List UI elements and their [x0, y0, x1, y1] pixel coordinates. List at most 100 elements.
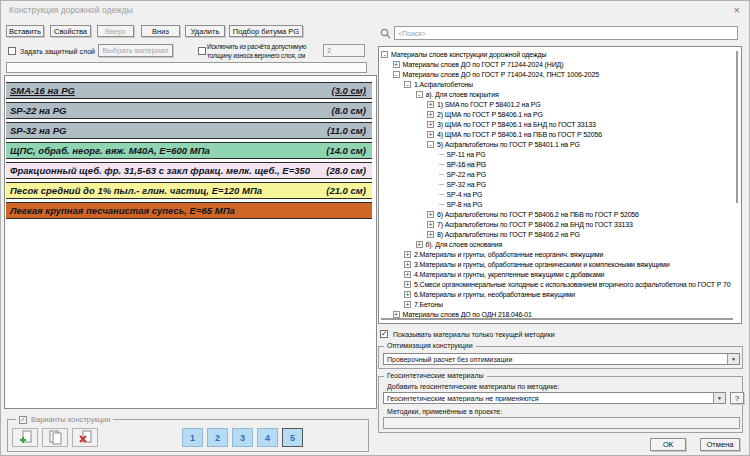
- layer-row-0[interactable]: SMA-16 на PG (3.0 см): [6, 82, 372, 99]
- layer-row-4[interactable]: Фракционный щеб. фр. 31,5-63 с закл фрак…: [6, 162, 372, 179]
- variants-checkbox[interactable]: [19, 416, 27, 424]
- expand-icon[interactable]: +: [404, 271, 411, 278]
- collapse-icon[interactable]: -: [381, 51, 388, 58]
- search-input[interactable]: [394, 26, 738, 40]
- tree-node-16[interactable]: +6) Асфальтобетоны по ГОСТ Р 58406.2 на …: [379, 209, 741, 219]
- tree-node-22[interactable]: +4.Материалы и грунты, укрепленные вяжущ…: [379, 269, 741, 279]
- tree-node-17[interactable]: +7) Асфальтобетоны по ГОСТ Р 58406.2 на …: [379, 219, 741, 229]
- tree-node-13[interactable]: SP-32 на PG: [379, 179, 741, 189]
- tree-node-20[interactable]: +2.Материалы и грунты, обработанные неор…: [379, 249, 741, 259]
- tree-node-4[interactable]: -а). Для слоев покрытия: [379, 89, 741, 99]
- tree-node-8[interactable]: +4) ЩМА по ГОСТ Р 58406.1 на ПБВ по ГОСТ…: [379, 129, 741, 139]
- tree-node-19[interactable]: +б). Для слоев основания: [379, 239, 741, 249]
- copy-variant-button[interactable]: [42, 428, 68, 447]
- expand-icon[interactable]: +: [427, 231, 434, 238]
- expand-icon[interactable]: +: [393, 311, 400, 318]
- variant-button-2[interactable]: 2: [207, 428, 228, 447]
- tree-node-25[interactable]: +7.Бетоны: [379, 299, 741, 309]
- expand-icon[interactable]: +: [427, 211, 434, 218]
- tree-node-15[interactable]: SP-8 на PG: [379, 199, 741, 209]
- tree-node-9[interactable]: -5) Асфальтобетоны по ГОСТ Р 58401.1 на …: [379, 139, 741, 149]
- tree-node-label: Материалы слоев ДО по ОДН 218.046-01: [403, 311, 532, 318]
- toolbar-button-5[interactable]: Подбор битума PG: [229, 25, 303, 37]
- variant-button-4[interactable]: 4: [257, 428, 278, 447]
- tree-node-10[interactable]: SP-11 на PG: [379, 149, 741, 159]
- tree-node-11[interactable]: SP-16 на PG: [379, 159, 741, 169]
- tree-node-23[interactable]: +5.Смеси органоминеральные холодные с ис…: [379, 279, 741, 289]
- tree-node-label: SP-32 на PG: [447, 181, 487, 188]
- cancel-button[interactable]: Отмена: [700, 438, 740, 451]
- expand-icon[interactable]: +: [427, 111, 434, 118]
- tree-leaf-dash: [439, 184, 444, 185]
- tree-node-0[interactable]: -Материалы слоев конструкции дорожной од…: [379, 49, 741, 59]
- tree-node-label: 6) Асфальтобетоны по ГОСТ Р 58406.2 на П…: [437, 211, 639, 218]
- tree-node-7[interactable]: +3) ЩМА по ГОСТ Р 58406.1 на БНД по ГОСТ…: [379, 119, 741, 129]
- layer-row-2[interactable]: SP-32 на PG(11.0 см): [6, 122, 372, 139]
- variant-button-5[interactable]: 5: [282, 428, 303, 447]
- expand-icon[interactable]: +: [404, 291, 411, 298]
- exclude-wear-checkbox[interactable]: [198, 47, 206, 55]
- expand-icon[interactable]: +: [404, 251, 411, 258]
- collapse-icon[interactable]: -: [427, 141, 434, 148]
- delete-variant-button[interactable]: [72, 428, 98, 447]
- expand-icon[interactable]: +: [404, 261, 411, 268]
- layer-row-6[interactable]: Легкая крупная песчанистая супесь, E=65 …: [6, 202, 372, 219]
- collapse-icon[interactable]: -: [404, 81, 411, 88]
- tree-node-24[interactable]: +6.Материалы и грунты, необработанные вя…: [379, 289, 741, 299]
- methods-field[interactable]: [383, 417, 740, 429]
- toolbar-button-2[interactable]: Вверх: [97, 25, 134, 37]
- tree-node-6[interactable]: +2) ЩМА по ГОСТ Р 58406.1 на PG: [379, 109, 741, 119]
- tree-node-5[interactable]: +1) SMA по ГОСТ Р 58401.2 на PG: [379, 99, 741, 109]
- expand-icon[interactable]: +: [404, 301, 411, 308]
- expand-icon[interactable]: +: [416, 241, 423, 248]
- layer-row-3[interactable]: ЩПС, обраб. неорг. вяж. М40А, E=600 МПа(…: [6, 142, 372, 159]
- expand-icon[interactable]: +: [427, 121, 434, 128]
- toolbar-button-0[interactable]: Вставить: [6, 25, 44, 37]
- variant-button-3[interactable]: 3: [232, 428, 253, 447]
- help-button[interactable]: ?: [730, 392, 744, 404]
- filter-checkbox[interactable]: [380, 330, 388, 338]
- collapse-icon[interactable]: -: [416, 91, 423, 98]
- expand-icon[interactable]: +: [404, 281, 411, 288]
- tree-node-label: 5) Асфальтобетоны по ГОСТ Р 58401.1 на P…: [437, 141, 580, 148]
- protective-layer-label: Задать защитный слой: [20, 48, 95, 55]
- tree-node-18[interactable]: +8) Асфальтобетоны по ГОСТ Р 58406.2 на …: [379, 229, 741, 239]
- expand-icon[interactable]: +: [393, 61, 400, 68]
- tree-node-21[interactable]: +3.Материалы и грунты, обработанные орга…: [379, 259, 741, 269]
- geosynthetics-combobox[interactable]: Геосинтетические материалы не применяютс…: [383, 392, 726, 404]
- tree-vertical-scrollbar[interactable]: [736, 51, 738, 203]
- tree-node-12[interactable]: SP-22 на PG: [379, 169, 741, 179]
- layer-thickness: (3.0 см): [332, 85, 366, 96]
- add-variant-button[interactable]: [12, 428, 38, 447]
- choose-material-button[interactable]: Выбрать материал: [98, 44, 173, 57]
- tree-node-14[interactable]: SP-4 на PG: [379, 189, 741, 199]
- tree-node-label: б). Для слоев основания: [426, 241, 503, 248]
- wear-value-field[interactable]: [323, 44, 365, 57]
- expand-icon[interactable]: +: [427, 101, 434, 108]
- tree-node-label: 3) ЩМА по ГОСТ Р 58406.1 на БНД по ГОСТ …: [437, 121, 596, 128]
- tree-horizontal-scrollbar[interactable]: [381, 318, 733, 320]
- ok-button[interactable]: ОК: [650, 438, 686, 451]
- geosynthetics-add-label: Добавить геосинтетические материалы по м…: [387, 383, 559, 390]
- toolbar-button-4[interactable]: Удалить: [185, 25, 225, 37]
- layer-row-1[interactable]: SP-22 на PG(8.0 см): [6, 102, 372, 119]
- toolbar-button-3[interactable]: Вниз: [141, 25, 180, 37]
- collapse-icon[interactable]: -: [393, 71, 400, 78]
- layer-row-5[interactable]: Песок средний до 1% пыл.- глин. частиц, …: [6, 182, 372, 199]
- tree-node-label: SP-8 на PG: [447, 201, 483, 208]
- tree-node-2[interactable]: -Материалы слоев ДО по ГОСТ Р 71404-2024…: [379, 69, 741, 79]
- close-icon[interactable]: ×: [734, 4, 740, 16]
- expand-icon[interactable]: +: [427, 221, 434, 228]
- tree-node-3[interactable]: -1.Асфальтобетоны: [379, 79, 741, 89]
- tree-node-label: 2) ЩМА по ГОСТ Р 58406.1 на PG: [437, 111, 543, 118]
- protective-layer-checkbox[interactable]: [8, 47, 16, 55]
- tree-node-1[interactable]: +Материалы слоев ДО по ГОСТ Р 71244-2024…: [379, 59, 741, 69]
- tree-node-label: 8) Асфальтобетоны по ГОСТ Р 58406.2 на P…: [437, 231, 580, 238]
- geosynthetics-group-label: Геосинтетические материалы: [384, 372, 487, 379]
- layer-name: SMA-16 на PG: [10, 85, 75, 96]
- toolbar-button-1[interactable]: Свойства: [50, 25, 91, 37]
- tree-node-label: 4) ЩМА по ГОСТ Р 58406.1 на ПБВ по ГОСТ …: [437, 131, 602, 138]
- optimization-combobox[interactable]: Проверочный расчет без оптимизации ▼: [383, 353, 740, 365]
- expand-icon[interactable]: +: [427, 131, 434, 138]
- variant-button-1[interactable]: 1: [182, 428, 203, 447]
